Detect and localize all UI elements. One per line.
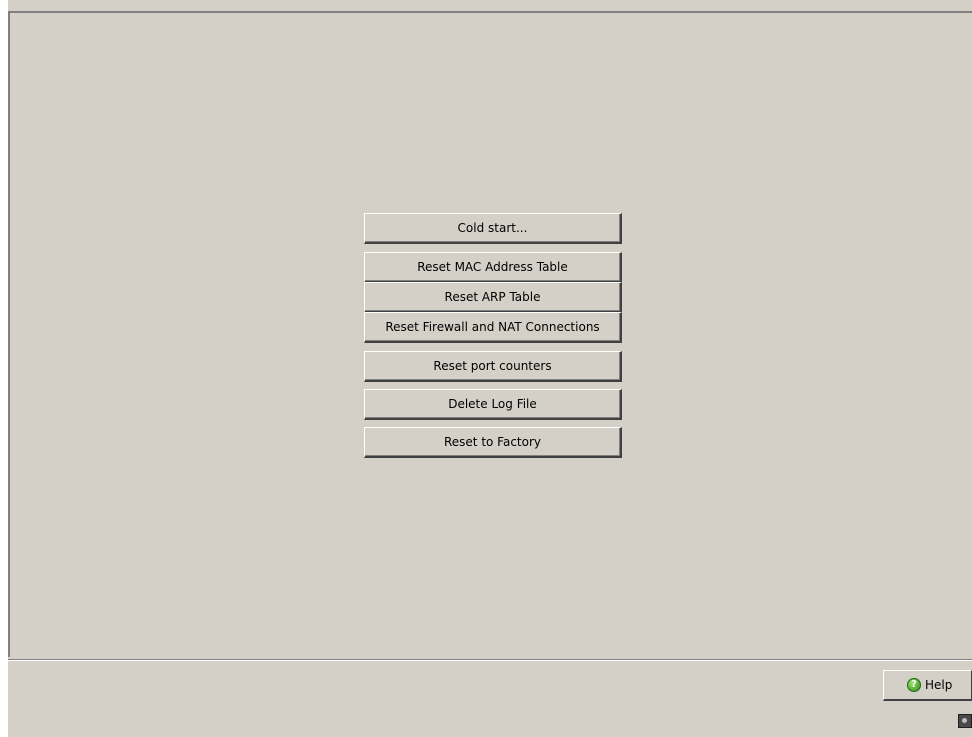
help-button[interactable]: ? Help [883, 670, 972, 701]
application-window: Cold start... Reset MAC Address Table Re… [0, 0, 972, 737]
help-icon: ? [907, 678, 921, 692]
delete-log-file-button[interactable]: Delete Log File [364, 389, 622, 420]
left-edge [0, 0, 8, 737]
reset-firewall-nat-button[interactable]: Reset Firewall and NAT Connections [364, 312, 622, 343]
footer-bar [8, 661, 972, 737]
help-button-label: Help [925, 678, 953, 692]
reset-to-factory-button[interactable]: Reset to Factory [364, 427, 622, 458]
status-indicator-icon [958, 714, 972, 728]
cold-start-button[interactable]: Cold start... [364, 213, 622, 244]
reset-port-counters-button[interactable]: Reset port counters [364, 351, 622, 382]
reset-mac-address-table-button[interactable]: Reset MAC Address Table [364, 252, 622, 283]
reset-arp-table-button[interactable]: Reset ARP Table [364, 282, 622, 313]
